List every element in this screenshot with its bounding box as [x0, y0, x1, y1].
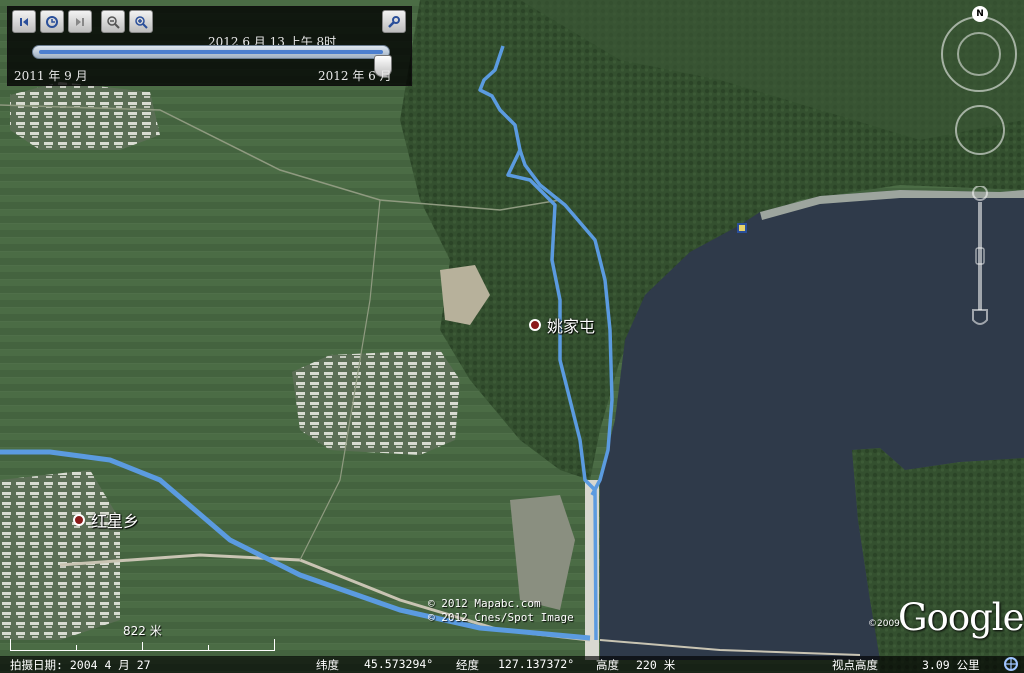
- status-bar: 拍摄日期: 2004 4 月 27 纬度 45.573294° 经度 127.1…: [0, 656, 1024, 673]
- options-button[interactable]: [382, 10, 406, 33]
- logo-year: ©2009: [868, 619, 900, 629]
- place-dot-icon: [529, 319, 541, 331]
- elevation-value: 220 米: [636, 658, 676, 672]
- scale-bar: 822 米: [10, 621, 275, 651]
- scale-label: 822 米: [123, 624, 162, 638]
- place-marker-yaojiatun[interactable]: 姚家屯: [529, 313, 595, 337]
- move-joystick[interactable]: [955, 105, 1005, 155]
- compass-ring[interactable]: [941, 16, 1017, 92]
- time-start-label: 2011 年 9 月: [14, 69, 88, 83]
- zoom-in-icon: [135, 15, 148, 29]
- copyright-line: © 2012 Mapabc.com: [428, 597, 541, 610]
- imagery-date: 拍摄日期: 2004 4 月 27: [10, 658, 151, 672]
- satellite-imagery[interactable]: [0, 0, 1024, 673]
- latitude-value: 45.573294°: [364, 657, 434, 671]
- compass-inner-ring: [957, 32, 1001, 76]
- time-slider-track[interactable]: [32, 45, 390, 59]
- place-marker-hongxingxiang[interactable]: 红星乡: [73, 508, 139, 532]
- place-name: 姚家屯: [547, 317, 596, 336]
- scale-tick: [208, 645, 209, 651]
- longitude-value: 127.137372°: [498, 657, 575, 671]
- google-logo: Google: [898, 596, 1024, 639]
- wrench-icon: [388, 15, 400, 28]
- scale-tick: [10, 639, 11, 651]
- clock-animate-icon: [46, 15, 58, 28]
- time-end-label: 2012 年 6 月: [318, 69, 392, 83]
- latitude-label: 纬度: [316, 658, 339, 672]
- elevation-label: 高度: [596, 658, 619, 672]
- zoom-slider[interactable]: [971, 186, 989, 328]
- zoom-out-time-button[interactable]: [101, 10, 125, 33]
- copyright-notice: © 2012 Mapabc.com © 2012 Cnes/Spot Image: [428, 597, 574, 625]
- longitude-label: 经度: [456, 658, 479, 672]
- streaming-icon: [1004, 657, 1018, 671]
- map-view[interactable]: 姚家屯 红星乡 2012 6 月 13 上午 8时 2011 年 9 月 201…: [0, 0, 1024, 673]
- skip-forward-icon: [76, 17, 84, 26]
- copyright-line: © 2012 Cnes/Spot Image: [428, 611, 574, 624]
- place-name: 红星乡: [91, 512, 140, 531]
- time-slider-range: [39, 50, 383, 54]
- eye-altitude-label: 视点高度: [832, 658, 878, 672]
- place-dot-icon: [73, 514, 85, 526]
- scale-tick: [142, 642, 143, 651]
- skip-forward-button[interactable]: [68, 10, 92, 33]
- scale-tick: [76, 645, 77, 651]
- skip-back-button[interactable]: [12, 10, 36, 33]
- zoom-in-time-button[interactable]: [129, 10, 153, 33]
- zoom-out-icon: [107, 15, 120, 29]
- eye-altitude-value: 3.09 公里: [922, 658, 980, 672]
- skip-back-icon: [20, 17, 28, 26]
- scale-tick: [274, 639, 275, 651]
- animate-button[interactable]: [40, 10, 64, 33]
- time-slider-panel: 2012 6 月 13 上午 8时 2011 年 9 月 2012 年 6 月: [7, 6, 412, 86]
